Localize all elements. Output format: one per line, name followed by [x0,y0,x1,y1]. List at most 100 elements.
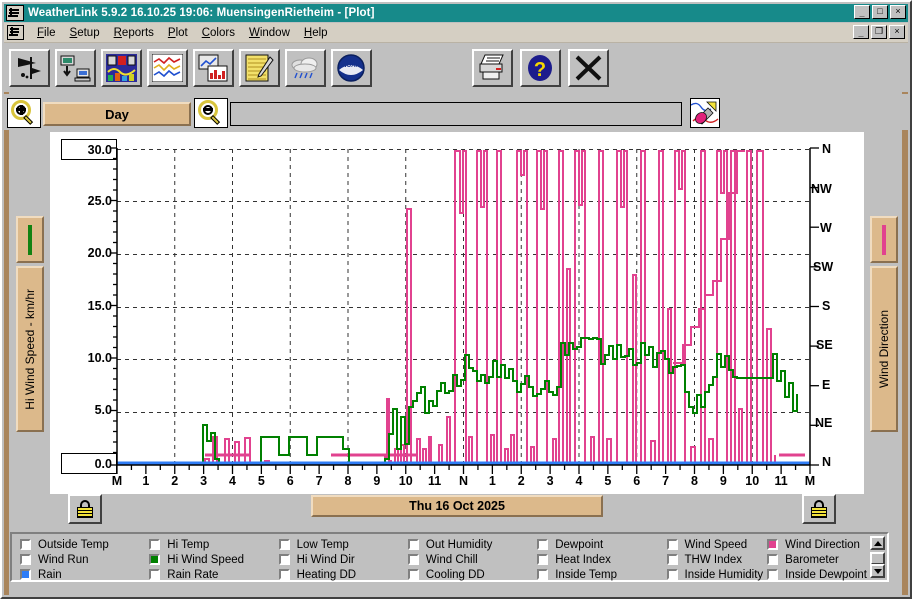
toolbar-help-button[interactable]: ? [520,49,561,87]
plot-date-label[interactable]: Thu 16 Oct 2025 [311,495,603,517]
legend-scroll-down-button[interactable] [870,564,885,578]
legend-item-label: Heat Index [555,554,611,566]
legend-checkbox[interactable] [279,554,290,565]
close-button[interactable]: × [890,5,906,19]
zoom-in-button[interactable] [7,98,41,128]
svg-text:NOAA: NOAA [342,63,360,69]
legend-item[interactable]: Hi Wind Dir [275,552,404,567]
menu-item-plot[interactable]: Plot [161,26,195,40]
legend-checkbox[interactable] [667,539,678,550]
legend-item-label: Heating DD [297,569,356,581]
legend-item[interactable]: Outside Temp [16,537,145,552]
menu-item-help[interactable]: Help [297,26,335,40]
menu-item-setup[interactable]: Setup [63,26,107,40]
legend-checkbox[interactable] [408,569,419,580]
toolbar-forecast-button[interactable] [285,49,326,87]
legend-item[interactable]: Rain Rate [145,567,274,582]
legend-item[interactable]: Hi Wind Speed [145,552,274,567]
station-icon [14,54,45,82]
legend-item[interactable]: Dewpoint [533,537,662,552]
left-axis-title-button[interactable]: Hi Wind Speed - km/hr [16,266,44,432]
legend-checkbox[interactable] [537,539,548,550]
toolbar-download-button[interactable] [55,49,96,87]
legend-item-label: Hi Wind Speed [167,554,244,566]
legend-item[interactable]: Wind Run [16,552,145,567]
minimize-button[interactable]: _ [854,5,870,19]
lock-right-button[interactable] [802,494,836,524]
zoom-span-label[interactable]: Day [43,102,191,126]
legend-checkbox[interactable] [537,554,548,565]
plot-icon [152,54,183,82]
x-tick-label: N [453,474,475,488]
legend-item[interactable]: Low Temp [275,537,404,552]
forecast-icon [290,54,321,82]
toolbar-current-conditions-button[interactable] [101,49,142,87]
legend-item[interactable]: Heat Index [533,552,662,567]
legend-grid: Outside TempWind RunRainHi TempHi Wind S… [16,537,867,578]
legend-checkbox[interactable] [20,569,31,580]
zoom-out-button[interactable] [194,98,228,128]
toolbar-print-button[interactable] [472,49,513,87]
legend-checkbox[interactable] [20,539,31,550]
toolbar-station-button[interactable] [9,49,50,87]
right-axis-title-button[interactable]: Wind Direction [870,266,898,432]
color-palette-icon [691,99,719,127]
toolbar-reports-button[interactable] [193,49,234,87]
legend-item[interactable]: Wind Direction [763,537,867,552]
legend-checkbox[interactable] [149,554,160,565]
legend-item[interactable]: Rain [16,567,145,582]
menu-item-window[interactable]: Window [242,26,297,40]
menu-item-colors[interactable]: Colors [195,26,242,40]
current-conditions-icon [106,54,137,82]
legend-checkbox[interactable] [537,569,548,580]
legend-checkbox[interactable] [667,554,678,565]
legend-item[interactable]: Inside Temp [533,567,662,582]
toolbar-noaa-button[interactable]: NOAA [331,49,372,87]
legend-item[interactable]: Out Humidity [404,537,533,552]
maximize-button[interactable]: □ [872,5,888,19]
mdi-restore-button[interactable]: ❐ [871,25,887,39]
x-tick-label: 2 [164,474,186,488]
x-tick-label: 3 [193,474,215,488]
legend-checkbox[interactable] [767,569,778,580]
right-axis-swatch[interactable] [870,216,898,263]
mdi-minimize-button[interactable]: _ [853,25,869,39]
legend-item[interactable]: Heating DD [275,567,404,582]
wind-direction-color-swatch [882,225,886,255]
legend-checkbox[interactable] [767,539,778,550]
legend-checkbox[interactable] [408,539,419,550]
legend-item[interactable]: Cooling DD [404,567,533,582]
legend-item[interactable]: Wind Chill [404,552,533,567]
lock-left-button[interactable] [68,494,102,524]
legend-scrollbar[interactable] [870,536,885,578]
legend-checkbox[interactable] [667,569,678,580]
legend-checkbox[interactable] [279,569,290,580]
legend-scroll-up-button[interactable] [870,536,885,550]
toolbar-notes-button[interactable] [239,49,280,87]
toolbar-plot-button[interactable] [147,49,188,87]
legend-checkbox[interactable] [20,554,31,565]
legend-checkbox[interactable] [408,554,419,565]
window-title: WeatherLink 5.9.2 16.10.25 19:06: Muensi… [28,7,375,19]
mdi-child-icon[interactable] [7,25,24,40]
color-palette-button[interactable] [690,98,720,128]
legend-item[interactable]: Wind Speed [663,537,764,552]
legend-checkbox[interactable] [149,539,160,550]
zoom-range-field[interactable] [230,102,682,126]
legend-item-label: Outside Temp [38,539,109,551]
legend-checkbox[interactable] [279,539,290,550]
legend-item[interactable]: Hi Temp [145,537,274,552]
legend-checkbox[interactable] [149,569,160,580]
mdi-close-button[interactable]: × [889,25,905,39]
noaa-icon: NOAA [336,54,367,82]
menu-item-reports[interactable]: Reports [107,26,161,40]
legend-item[interactable]: Inside Dewpoint [763,567,867,582]
legend-item[interactable]: Inside Humidity [663,567,764,582]
legend-checkbox[interactable] [767,554,778,565]
menu-item-file[interactable]: File [30,26,63,40]
right-axis-title: Wind Direction [877,310,891,388]
legend-item[interactable]: Barometer [763,552,867,567]
toolbar-close-button[interactable] [568,49,609,87]
left-axis-swatch[interactable] [16,216,44,263]
legend-item[interactable]: THW Index [663,552,764,567]
